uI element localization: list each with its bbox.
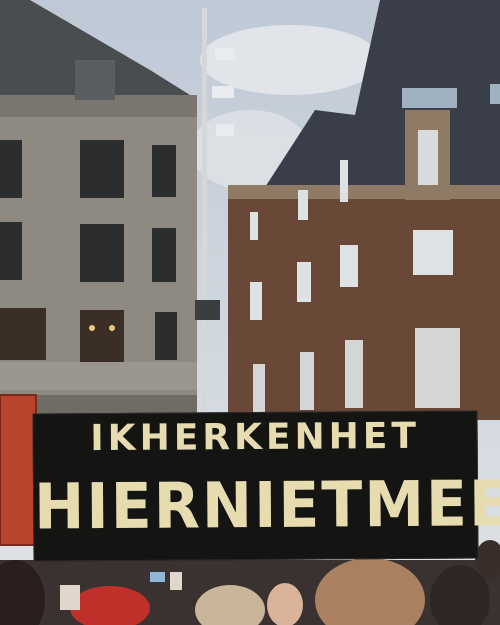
photo-scene: IKHERKENHET HIERNIETMEER	[0, 0, 500, 625]
protest-sign-line-1: IKHERKENHET	[90, 415, 421, 460]
side-sign	[0, 395, 36, 545]
protest-sign-line-2: HIERNIETMEER	[33, 467, 500, 545]
protest-sign: IKHERKENHET HIERNIETMEER	[32, 410, 500, 562]
